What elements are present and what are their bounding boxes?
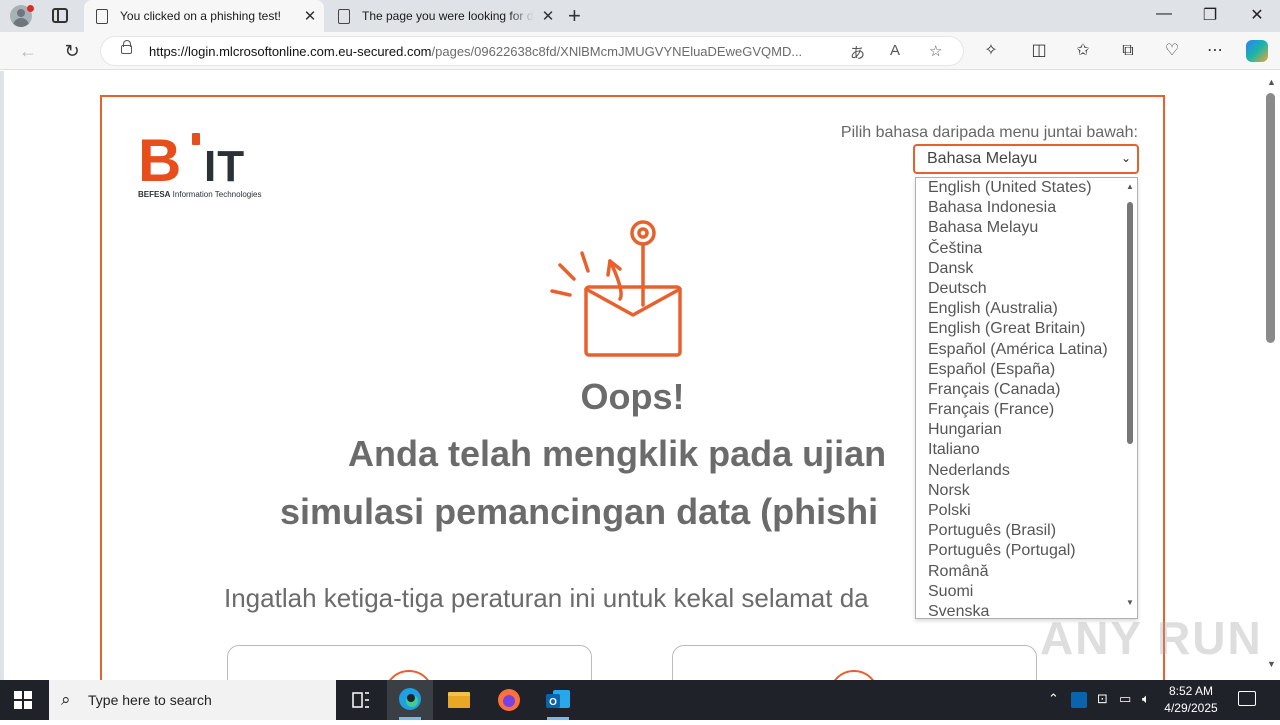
more-menu-icon[interactable]: ⋯ bbox=[1203, 39, 1227, 63]
logo-subtitle: BEFESA Information Technologies bbox=[138, 190, 262, 199]
favorites-icon[interactable]: ✩ bbox=[1071, 39, 1095, 63]
language-option[interactable]: Português (Brasil) bbox=[916, 521, 1137, 541]
tab-title: You clicked on a phishing test! bbox=[120, 9, 281, 23]
tab-phishing-test[interactable]: You clicked on a phishing test! ✕ bbox=[84, 0, 324, 32]
language-option[interactable]: Bahasa Melayu bbox=[916, 218, 1137, 238]
restore-button[interactable]: ❐ bbox=[1187, 5, 1233, 25]
scroll-up-arrow-icon[interactable]: ▲ bbox=[1126, 182, 1134, 191]
browser-essentials-icon[interactable]: ♡ bbox=[1160, 39, 1184, 63]
address-bar[interactable]: https://login.mlcrosoftonline.com.eu-sec… bbox=[100, 36, 964, 66]
minimize-button[interactable]: — bbox=[1141, 5, 1187, 23]
rule-card bbox=[672, 645, 1037, 680]
search-placeholder: Type here to search bbox=[88, 692, 212, 708]
rule-icon bbox=[384, 670, 434, 680]
lock-icon[interactable] bbox=[121, 40, 132, 54]
device-tray-icon[interactable]: ⊡ bbox=[1097, 691, 1108, 707]
taskbar-clock[interactable]: 8:52 AM 4/29/2025 bbox=[1160, 683, 1222, 717]
favorite-star-icon[interactable]: ☆ bbox=[929, 42, 942, 60]
language-select[interactable]: Bahasa Melayu ⌄ bbox=[913, 144, 1139, 174]
language-option[interactable]: Polski bbox=[916, 501, 1137, 521]
rules-intro-text: Ingatlah ketiga-tiga peraturan ini untuk… bbox=[224, 583, 869, 613]
tab-actions-icon[interactable] bbox=[52, 8, 68, 23]
scroll-down-arrow-icon[interactable]: ▼ bbox=[1126, 598, 1134, 607]
back-button[interactable]: ← bbox=[15, 38, 41, 64]
language-option[interactable]: Dansk bbox=[916, 259, 1137, 279]
edge-taskbar-icon[interactable] bbox=[387, 680, 433, 720]
language-selected-value: Bahasa Melayu bbox=[927, 150, 1038, 167]
logo-mark: B bbox=[138, 127, 182, 194]
firefox-icon[interactable] bbox=[486, 680, 532, 720]
logo-apostrophe bbox=[192, 133, 200, 145]
page-scrollbar[interactable]: ▲ ▼ bbox=[1262, 71, 1280, 680]
language-option[interactable]: Bahasa Indonesia bbox=[916, 198, 1137, 218]
chevron-down-icon: ⌄ bbox=[1120, 151, 1131, 165]
copilot-icon[interactable] bbox=[1246, 40, 1268, 62]
volume-icon[interactable]: 🔈︎ bbox=[1142, 691, 1150, 707]
outlook-tray-icon[interactable] bbox=[1071, 692, 1087, 708]
headline-line-1: Anda telah mengklik pada ujian bbox=[348, 433, 887, 474]
language-option[interactable]: Português (Portugal) bbox=[916, 541, 1137, 561]
language-option[interactable]: Norsk bbox=[916, 481, 1137, 501]
read-aloud-icon[interactable]: A bbox=[890, 42, 900, 59]
page-icon bbox=[96, 8, 108, 24]
company-logo: B IT BEFESA Information Technologies bbox=[138, 131, 278, 206]
notification-center-icon[interactable] bbox=[1238, 691, 1256, 706]
profile-notification-dot bbox=[27, 5, 34, 12]
rule-icon bbox=[829, 670, 879, 680]
language-option[interactable]: Deutsch bbox=[916, 279, 1137, 299]
tab-title: The page you were looking for doesn't ex… bbox=[362, 9, 534, 23]
scroll-up-arrow-icon[interactable]: ▲ bbox=[1267, 77, 1276, 87]
close-tab-icon[interactable]: ✕ bbox=[296, 7, 324, 25]
language-option[interactable]: English (United States) bbox=[916, 178, 1137, 198]
anyrun-watermark: ANY RUN bbox=[1040, 612, 1263, 664]
close-window-button[interactable]: ✕ bbox=[1234, 5, 1280, 25]
clock-date: 4/29/2025 bbox=[1164, 701, 1218, 715]
language-option[interactable]: Suomi bbox=[916, 582, 1137, 602]
language-option[interactable]: Español (América Latina) bbox=[916, 340, 1137, 360]
tab-page-not-found[interactable]: The page you were looking for doesn't ex… bbox=[326, 0, 562, 32]
scroll-down-arrow-icon[interactable]: ▼ bbox=[1267, 659, 1276, 669]
logo-it: IT bbox=[204, 142, 246, 191]
page-icon bbox=[338, 8, 350, 24]
show-hidden-icons-chevron-icon[interactable]: ⌃ bbox=[1048, 691, 1059, 707]
url-text[interactable]: https://login.mlcrosoftonline.com.eu-sec… bbox=[149, 44, 841, 59]
task-view-icon[interactable] bbox=[338, 680, 384, 720]
page-viewport: B IT BEFESA Information Technologies Pil… bbox=[0, 71, 1280, 680]
headline-line-2: simulasi pemancingan data (phishi bbox=[280, 491, 879, 532]
rule-card bbox=[227, 645, 592, 680]
language-option[interactable]: Čeština bbox=[916, 239, 1137, 259]
address-toolbar: ← ↻ https://login.mlcrosoftonline.com.eu… bbox=[0, 32, 1280, 70]
windows-taskbar: ⌕ Type here to search O ⌃ ⊡ ▭ 🔈︎ 8:52 AM… bbox=[0, 680, 1280, 720]
network-icon[interactable]: ▭ bbox=[1119, 691, 1131, 707]
language-option[interactable]: Română bbox=[916, 562, 1137, 582]
svg-text:O: O bbox=[549, 697, 557, 708]
file-explorer-icon[interactable] bbox=[436, 680, 482, 720]
oops-heading: Oops! bbox=[580, 376, 685, 417]
outlook-icon[interactable]: O bbox=[535, 680, 581, 720]
translate-icon[interactable]: あ bbox=[850, 42, 865, 63]
clock-time: 8:52 AM bbox=[1168, 684, 1214, 698]
language-option[interactable]: English (Australia) bbox=[916, 299, 1137, 319]
language-option[interactable]: Hungarian bbox=[916, 420, 1137, 440]
collections-icon[interactable]: ⧉ bbox=[1116, 39, 1140, 63]
search-icon: ⌕ bbox=[61, 690, 71, 709]
extensions-icon[interactable]: ✧ bbox=[979, 39, 1003, 63]
tab-strip: You clicked on a phishing test! ✕ The pa… bbox=[0, 0, 1280, 32]
taskbar-search-box[interactable]: ⌕ Type here to search bbox=[49, 680, 336, 720]
close-tab-icon[interactable]: ✕ bbox=[534, 7, 562, 25]
refresh-button[interactable]: ↻ bbox=[59, 38, 85, 64]
language-label: Pilih bahasa daripada menu juntai bawah: bbox=[840, 124, 1138, 141]
language-option[interactable]: Italiano bbox=[916, 440, 1137, 460]
language-option[interactable]: Nederlands bbox=[916, 461, 1137, 481]
new-tab-button[interactable]: + bbox=[568, 3, 581, 29]
phishing-hook-envelope-icon bbox=[550, 220, 682, 357]
split-screen-icon[interactable]: ◫ bbox=[1027, 39, 1051, 63]
windows-start-icon[interactable] bbox=[14, 691, 32, 709]
language-option[interactable]: English (Great Britain) bbox=[916, 319, 1137, 339]
page-scroll-thumb[interactable] bbox=[1266, 93, 1275, 343]
